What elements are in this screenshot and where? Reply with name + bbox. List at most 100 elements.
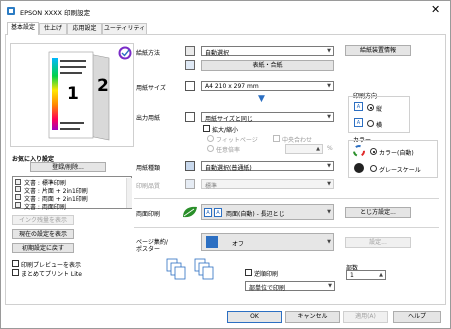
any-scale-label: 任意倍率 — [216, 147, 241, 154]
grayscale-radio[interactable] — [370, 165, 377, 172]
landscape-radio[interactable] — [367, 120, 374, 127]
color-wheel-icon — [353, 145, 365, 157]
print-lite-checkbox[interactable] — [12, 269, 19, 276]
portrait-radio[interactable] — [367, 104, 374, 111]
tab-basic[interactable]: 基本設定 — [7, 22, 39, 35]
chevron-down-icon: ▼ — [327, 163, 331, 169]
portrait-label: 縦 — [376, 106, 383, 113]
binding-settings-button[interactable]: とじ方設定... — [345, 207, 411, 218]
reset-defaults-button[interactable]: 初期設定に戻す — [12, 243, 74, 253]
scale-checkbox[interactable] — [203, 125, 210, 132]
show-current-label: 現在の設定を表示 — [18, 231, 67, 238]
chevron-down-icon: ▼ — [328, 283, 332, 289]
paper-source-label: 給紙方法 — [136, 50, 161, 57]
duplex-leaf-icon — [183, 206, 197, 218]
ok-label: OK — [250, 313, 259, 320]
quality-select[interactable]: 標準 ▼ — [201, 179, 334, 190]
register-delete-label: 登録/削除... — [52, 164, 84, 171]
fit-page-radio[interactable] — [207, 135, 214, 142]
output-paper-icon — [185, 112, 195, 122]
multipage-settings-button[interactable]: 設定... — [345, 237, 411, 248]
print-preview-label: 印刷プレビューを表示 — [21, 262, 82, 269]
paper-size-select[interactable]: A4 210 x 297 mm ▼ — [201, 81, 334, 91]
favorites-list: 文書 : 標準印刷 文書 : 片面 + 2in1印刷 文書 : 両面 + 2in… — [12, 176, 132, 211]
paper-info-label: 給紙装置情報 — [359, 47, 396, 54]
duplex-select[interactable]: A A 両面(自動) - 長辺とじ ▼ — [201, 204, 334, 220]
center-checkbox[interactable] — [273, 135, 280, 142]
reverse-order-checkbox[interactable] — [245, 269, 252, 276]
any-scale-radio[interactable] — [207, 145, 214, 152]
tab-advanced[interactable]: 応用設定 — [67, 23, 102, 34]
collate-select[interactable]: 部単位で印刷 ▼ — [245, 281, 335, 292]
cancel-label: キャンセル — [297, 313, 328, 320]
output-paper-select[interactable]: 用紙サイズと同じ ▼ — [201, 112, 334, 123]
paper-source-select[interactable]: 自動選択 ▼ — [201, 46, 334, 57]
copies-input[interactable]: 1 ▲ — [346, 270, 386, 280]
arrow-down-icon: ▼ — [258, 94, 265, 104]
landscape-icon: A — [354, 118, 363, 127]
document-icon — [15, 194, 21, 200]
print-preview-checkbox[interactable] — [12, 260, 19, 267]
ok-button[interactable]: OK — [227, 311, 282, 323]
ink-levels-button[interactable]: インク残量を表示 — [12, 215, 74, 225]
show-current-settings-button[interactable]: 現在の設定を表示 — [12, 229, 74, 239]
paper-type-select[interactable]: 自動選択(普通紙) ▼ — [201, 161, 334, 172]
help-label: ヘルプ — [407, 313, 426, 320]
duplex-page-icon: A — [204, 208, 212, 217]
paper-type-icon — [185, 161, 195, 171]
copies-value: 1 — [350, 272, 354, 279]
paper-info-button[interactable]: 給紙装置情報 — [345, 45, 411, 56]
collate-value: 部単位で印刷 — [249, 285, 286, 292]
percent-label: % — [327, 145, 333, 152]
quality-icon — [185, 179, 195, 189]
cancel-button[interactable]: キャンセル — [285, 311, 340, 323]
reverse-order-label: 逆順印刷 — [254, 271, 279, 278]
close-icon[interactable]: ✕ — [431, 4, 440, 15]
paper-tray-icon — [185, 46, 195, 56]
duplex-page-icon: A — [214, 208, 222, 217]
window-title: EPSON XXXX 印刷設定 — [20, 9, 91, 17]
tab-utility[interactable]: ユーティリティー — [102, 23, 147, 42]
duplex-value: 両面(自動) - 長辺とじ — [226, 211, 285, 218]
multipage-settings-label: 設定... — [369, 239, 387, 246]
output-paper-label: 出力用紙 — [136, 115, 161, 122]
multipage-label-2: ポスター — [136, 246, 161, 253]
spinner-icon: ▲ — [379, 272, 383, 278]
quality-value: 標準 — [205, 183, 218, 190]
center-label: 中央合わせ — [282, 137, 313, 144]
print-lite-label: まとめてプリント Lite — [21, 271, 82, 278]
document-icon — [15, 179, 21, 185]
scale-label: 拡大/縮小 — [212, 127, 239, 134]
preview-page-2: 2 — [97, 76, 109, 96]
collate-order-icon — [166, 258, 214, 280]
color-auto-label: カラー(自動) — [379, 150, 414, 157]
spinner-icon: ▲ — [316, 146, 320, 152]
single-page-icon — [206, 236, 218, 248]
register-delete-button[interactable]: 登録/削除... — [30, 162, 106, 172]
chevron-down-icon: ▼ — [327, 83, 331, 89]
color-auto-radio[interactable] — [370, 148, 377, 155]
print-settings-window: EPSON XXXX 印刷設定 ✕ 基本設定 仕上げ 応用設定 ユーティリティー — [0, 0, 451, 329]
divider — [134, 227, 439, 228]
output-paper-value: 用紙サイズと同じ — [205, 116, 253, 123]
scale-percent-input[interactable]: ▲ — [285, 144, 323, 154]
grayscale-icon — [354, 163, 364, 173]
paper-source-value: 自動選択 — [205, 50, 230, 57]
divider — [134, 198, 439, 199]
multipage-select[interactable]: オフ ▼ — [201, 233, 334, 251]
quality-label: 印刷品質 — [136, 183, 161, 190]
preview-page-1: 1 — [67, 84, 79, 104]
portrait-icon: A — [354, 102, 363, 111]
favorite-item[interactable]: 文書 : 両面印刷 — [24, 202, 66, 211]
tab-finishing[interactable]: 仕上げ — [39, 23, 67, 34]
apply-button[interactable]: 適用(A) — [343, 311, 388, 323]
binding-settings-label: とじ方設定... — [360, 209, 396, 216]
printer-app-icon — [7, 7, 15, 15]
list-scrollbar[interactable] — [126, 178, 132, 208]
chevron-down-icon: ▼ — [327, 209, 331, 215]
chevron-down-icon: ▼ — [327, 181, 331, 187]
paper-type-value: 自動選択(普通紙) — [205, 165, 252, 172]
help-button[interactable]: ヘルプ — [393, 311, 441, 323]
print-preview: 1 2 — [10, 43, 134, 147]
cover-separator-button[interactable]: 表紙・合紙 — [201, 60, 334, 71]
